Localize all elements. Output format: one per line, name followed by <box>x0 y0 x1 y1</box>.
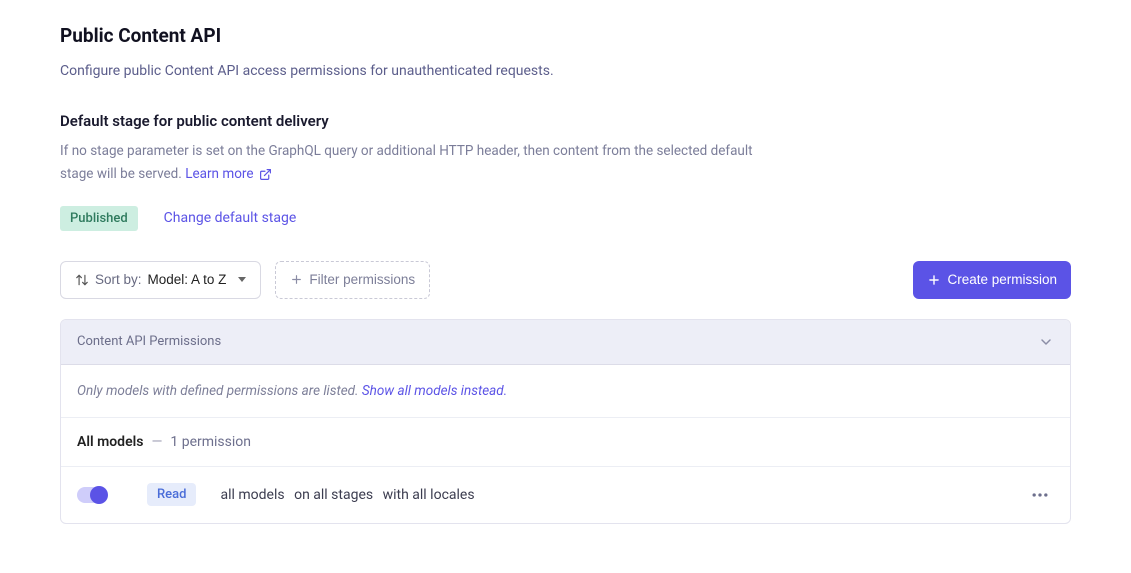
plus-icon <box>290 273 303 286</box>
permission-toggle[interactable] <box>77 487 107 503</box>
filter-permissions-button[interactable]: Filter permissions <box>275 261 430 299</box>
more-horizontal-icon <box>1030 485 1050 505</box>
sort-value: Model: A to Z <box>148 272 227 287</box>
permissions-note-text: Only models with defined permissions are… <box>77 383 362 399</box>
filter-label: Filter permissions <box>309 272 415 287</box>
permissions-panel-header[interactable]: Content API Permissions <box>61 320 1070 365</box>
page-subtitle: Configure public Content API access perm… <box>60 61 1071 82</box>
chevron-down-icon <box>1038 334 1054 350</box>
scope-models: all models <box>220 487 284 503</box>
permission-row: Read all models on all stages with all l… <box>61 467 1070 523</box>
default-stage-desc-text: If no stage parameter is set on the Grap… <box>60 143 753 182</box>
permissions-panel: Content API Permissions Only models with… <box>60 319 1071 524</box>
default-stage-heading: Default stage for public content deliver… <box>60 112 1071 130</box>
permission-more-button[interactable] <box>1026 481 1054 509</box>
toggle-knob <box>90 486 108 504</box>
learn-more-label: Learn more <box>185 163 253 186</box>
change-default-stage-link[interactable]: Change default stage <box>164 210 297 226</box>
show-all-models-link[interactable]: Show all models instead. <box>362 383 507 399</box>
external-link-icon <box>259 168 272 181</box>
sort-icon <box>75 273 89 287</box>
group-dash: — <box>151 434 162 450</box>
create-permission-button[interactable]: Create permission <box>913 261 1071 299</box>
group-count: 1 permission <box>170 434 251 450</box>
group-title: All models <box>77 434 143 450</box>
sort-button[interactable]: Sort by: Model: A to Z <box>60 261 261 299</box>
page-title: Public Content API <box>60 24 1071 47</box>
panel-header-title: Content API Permissions <box>77 334 221 349</box>
permission-scope: all models on all stages with all locale… <box>220 487 474 503</box>
scope-locales: with all locales <box>383 487 475 503</box>
permissions-note: Only models with defined permissions are… <box>61 365 1070 418</box>
sort-label: Sort by: <box>95 272 142 287</box>
permission-action-badge: Read <box>147 483 196 506</box>
plus-icon <box>927 273 941 287</box>
learn-more-link[interactable]: Learn more <box>185 163 271 186</box>
stage-badge: Published <box>60 206 138 231</box>
default-stage-description: If no stage parameter is set on the Grap… <box>60 140 760 186</box>
scope-stages: on all stages <box>294 487 373 503</box>
chevron-down-icon <box>238 277 246 282</box>
create-permission-label: Create permission <box>947 272 1057 287</box>
permission-group-row: All models — 1 permission <box>61 418 1070 467</box>
